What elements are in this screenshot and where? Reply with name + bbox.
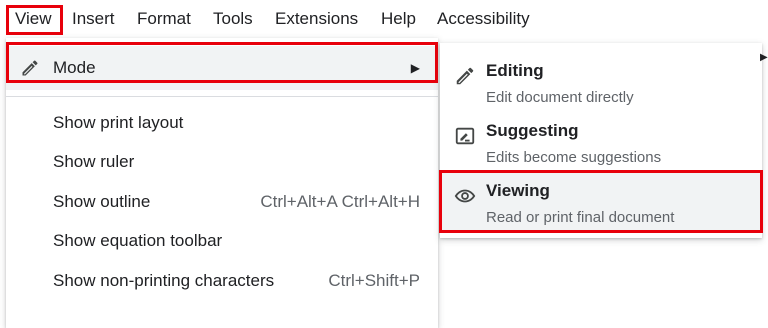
item-label: Show print layout (53, 113, 184, 132)
submenu-item-description: Edit document directly (486, 89, 634, 106)
submenu-item-suggesting[interactable]: Suggesting Edits become suggestions (440, 113, 762, 173)
menubar: View Insert Format Tools Extensions Help… (0, 0, 768, 38)
menu-tools[interactable]: Tools (213, 0, 253, 38)
view-highlight-box (6, 5, 63, 35)
menu-help[interactable]: Help (381, 0, 416, 38)
menu-accessibility[interactable]: Accessibility (437, 0, 530, 38)
submenu-item-editing[interactable]: Editing Edit document directly (440, 53, 762, 113)
suggest-icon (455, 127, 475, 145)
item-shortcut: Ctrl+Shift+P (328, 271, 420, 290)
menu-item-show-outline[interactable]: Show outline Ctrl+Alt+A Ctrl+Alt+H (6, 182, 438, 222)
item-shortcut: Ctrl+Alt+A Ctrl+Alt+H (260, 192, 420, 211)
menu-divider (6, 96, 438, 97)
item-label: Show outline (53, 192, 151, 211)
item-label: Show ruler (53, 152, 135, 171)
submenu-item-description: Edits become suggestions (486, 149, 662, 166)
menu-item-show-print-layout[interactable]: Show print layout (6, 103, 438, 143)
item-label: Show equation toolbar (53, 231, 223, 250)
menu-format[interactable]: Format (137, 0, 191, 38)
menu-item-show-equation-toolbar[interactable]: Show equation toolbar (6, 221, 438, 261)
menu-item-show-ruler[interactable]: Show ruler (6, 142, 438, 182)
menu-insert[interactable]: Insert (72, 0, 115, 38)
viewing-highlight-box (439, 170, 763, 233)
submenu-item-title: Suggesting (486, 121, 579, 140)
menu-extensions[interactable]: Extensions (275, 0, 358, 38)
menu-item-show-non-printing-characters[interactable]: Show non-printing characters Ctrl+Shift+… (6, 261, 438, 301)
submenu-item-title: Editing (486, 61, 544, 80)
pencil-icon (456, 67, 474, 85)
scroll-right-arrow-icon: ▶ (760, 52, 768, 63)
item-label: Show non-printing characters (53, 271, 275, 290)
mode-highlight-box (6, 42, 438, 83)
